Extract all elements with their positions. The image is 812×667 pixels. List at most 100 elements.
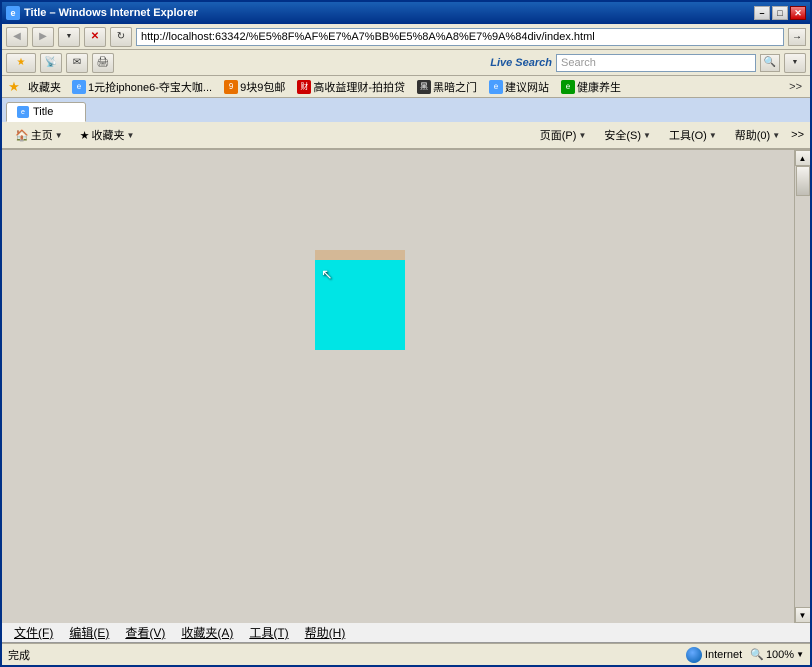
favorites-button[interactable]: ★ [6,53,36,73]
status-bar: 完成 Internet 🔍 100% ▼ [2,643,810,665]
fav-label-0: 1元抢iphone6-夺宝大咖... [88,79,212,95]
menu-help-label: 帮助(H) [305,626,346,640]
help-button[interactable]: 帮助(0) ▼ [728,124,787,146]
home-label: 主页 [31,127,53,143]
cyan-box[interactable] [315,260,405,350]
fav-toolbar-label: 收藏夹 [92,127,125,143]
search-bar: ★ 📡 ✉ 🖨 Live Search Search 🔍 ▼ [2,50,810,76]
content-area: ↖ ▲ ▼ [2,150,810,623]
address-field[interactable]: http://localhost:63342/%E5%8F%AF%E7%A7%B… [136,28,784,46]
nav-arrow-down[interactable]: ▼ [58,27,80,47]
menu-tools-label: 工具(T) [249,626,288,640]
fav-item-2[interactable]: 财 高收益理财-拍拍贷 [292,78,410,96]
fav-icon-2: 财 [297,80,311,94]
toolbar-more[interactable]: >> [791,129,804,141]
fav-toolbar-icon: ★ [80,129,90,142]
ie-icon: e [6,6,20,20]
forward-button[interactable]: ▶ [32,27,54,47]
search-arrow[interactable]: ▼ [784,53,806,73]
fav-item-3[interactable]: 黑 黑暗之门 [412,78,482,96]
home-arrow: ▼ [55,131,63,140]
menu-favorites[interactable]: 收藏夹(A) [173,622,241,643]
tab-label-0: Title [33,106,53,118]
print-button[interactable]: 🖨 [92,53,114,73]
tools-label: 工具(O) [669,127,707,143]
security-arrow: ▼ [643,131,651,140]
fav-label-2: 高收益理财-拍拍贷 [313,79,405,95]
menu-view[interactable]: 查看(V) [117,622,173,643]
title-bar: e Title – Windows Internet Explorer – □ … [2,2,810,24]
fav-label-4: 建议网站 [505,79,549,95]
address-text: http://localhost:63342/%E5%8F%AF%E7%A7%B… [141,31,595,43]
search-placeholder: Search [561,57,596,69]
fav-icon-0: e [72,80,86,94]
fav-item-4[interactable]: e 建议网站 [484,78,554,96]
read-button[interactable]: ✉ [66,53,88,73]
menu-file[interactable]: 文件(F) [6,622,61,643]
title-bar-left: e Title – Windows Internet Explorer [6,6,198,20]
canvas-top-bar [315,250,405,260]
scroll-down-arrow[interactable]: ▼ [795,607,811,623]
fav-item-5[interactable]: e 健康养生 [556,78,626,96]
favorites-more[interactable]: >> [785,81,806,93]
security-label: 安全(S) [604,127,641,143]
toolbar-left: 🏠 主页 ▼ ★ 收藏夹 ▼ [8,124,141,146]
back-button[interactable]: ◀ [6,27,28,47]
scroll-thumb[interactable] [796,166,810,196]
search-go-button[interactable]: 🔍 [760,54,780,72]
scroll-track [795,166,811,607]
refresh-button[interactable]: ↻ [110,27,132,47]
fav-icon-3: 黑 [417,80,431,94]
close-button[interactable]: ✕ [790,6,806,20]
favorites-star-icon: ★ [6,79,22,95]
fav-icon-5: e [561,80,575,94]
fav-icon-1: 9 [224,80,238,94]
window-title: Title – Windows Internet Explorer [24,7,198,19]
minimize-button[interactable]: – [754,6,770,20]
fav-item-0[interactable]: e 1元抢iphone6-夺宝大咖... [67,78,217,96]
security-button[interactable]: 安全(S) ▼ [597,124,658,146]
tools-button[interactable]: 工具(O) ▼ [662,124,724,146]
fav-item-1[interactable]: 9 9块9包邮 [219,78,290,96]
fav-label-1: 9块9包邮 [240,79,285,95]
menu-edit[interactable]: 编辑(E) [61,622,117,643]
menu-file-label: 文件(F) [14,626,53,640]
fav-toolbar-arrow: ▼ [127,131,135,140]
zoom-label: 100% [766,649,794,661]
favorites-bar: ★ 收藏夹 e 1元抢iphone6-夺宝大咖... 9 9块9包邮 财 高收益… [2,76,810,98]
status-text: 完成 [8,647,30,663]
favorites-label: 收藏夹 [24,79,65,95]
home-button[interactable]: 🏠 主页 ▼ [8,124,70,146]
tab-0[interactable]: e Title [6,102,86,122]
menu-tools[interactable]: 工具(T) [241,622,296,643]
address-bar: ◀ ▶ ▼ ✕ ↻ http://localhost:63342/%E5%8F%… [2,24,810,50]
scroll-up-arrow[interactable]: ▲ [795,150,811,166]
restore-button[interactable]: □ [772,6,788,20]
zone-label: Internet [705,649,742,661]
live-logo: Live Search [490,57,552,69]
internet-icon [686,647,702,663]
go-button[interactable]: → [788,28,806,46]
stop-button[interactable]: ✕ [84,27,106,47]
fav-label-5: 健康养生 [577,79,621,95]
zoom-icon: 🔍 [750,648,764,661]
page-label: 页面(P) [540,127,577,143]
ie-window: e Title – Windows Internet Explorer – □ … [0,0,812,667]
title-bar-controls: – □ ✕ [754,6,806,20]
favorites-toolbar-button[interactable]: ★ 收藏夹 ▼ [73,124,142,146]
tools-arrow: ▼ [709,131,717,140]
page-button[interactable]: 页面(P) ▼ [533,124,594,146]
search-input[interactable]: Search [556,54,756,72]
fav-icon-4: e [489,80,503,94]
zoom-arrow[interactable]: ▼ [796,650,804,659]
menu-edit-label: 编辑(E) [69,626,109,640]
menu-help[interactable]: 帮助(H) [297,622,354,643]
tab-bar: e Title [2,98,810,122]
fav-label-3: 黑暗之门 [433,79,477,95]
feeds-button[interactable]: 📡 [40,53,62,73]
help-arrow: ▼ [772,131,780,140]
vertical-scrollbar: ▲ ▼ [794,150,810,623]
menu-view-label: 查看(V) [125,626,165,640]
zoom-control: 🔍 100% ▼ [750,648,804,661]
home-icon: 🏠 [15,129,29,142]
